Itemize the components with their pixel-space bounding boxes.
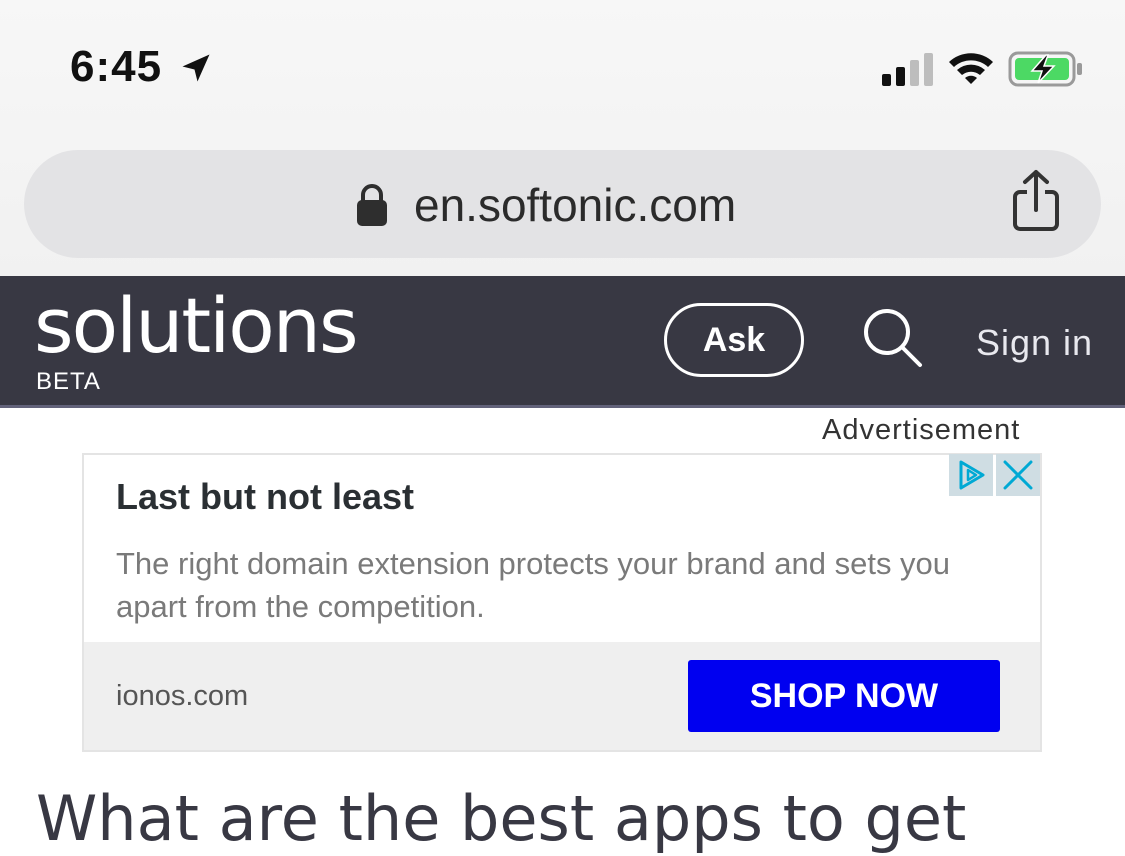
url-text[interactable]: en.softonic.com [414,178,736,232]
signal-icon [882,53,933,86]
advertisement-label: Advertisement [822,414,1021,446]
status-time: 6:45 [70,42,163,91]
search-icon[interactable] [860,305,926,371]
ad-domain[interactable]: ionos.com [116,680,248,713]
lock-icon [357,184,387,226]
adchoices-icon[interactable] [949,454,993,496]
close-icon[interactable] [996,454,1040,496]
location-arrow-icon [182,54,210,82]
ad-title[interactable]: Last but not least [116,476,414,518]
shop-now-button[interactable]: SHOP NOW [688,660,1000,732]
wifi-icon [949,53,993,84]
battery-charging-icon [1008,51,1082,87]
share-icon[interactable] [1010,168,1062,234]
site-logo[interactable]: solutions [34,288,359,364]
sign-in-link[interactable]: Sign in [976,322,1093,364]
ad-body: The right domain extension protects your… [116,546,951,624]
logo-beta-label: BETA [36,368,101,395]
article-headline: What are the best apps to get [36,782,967,855]
ask-button[interactable]: Ask [664,303,804,377]
